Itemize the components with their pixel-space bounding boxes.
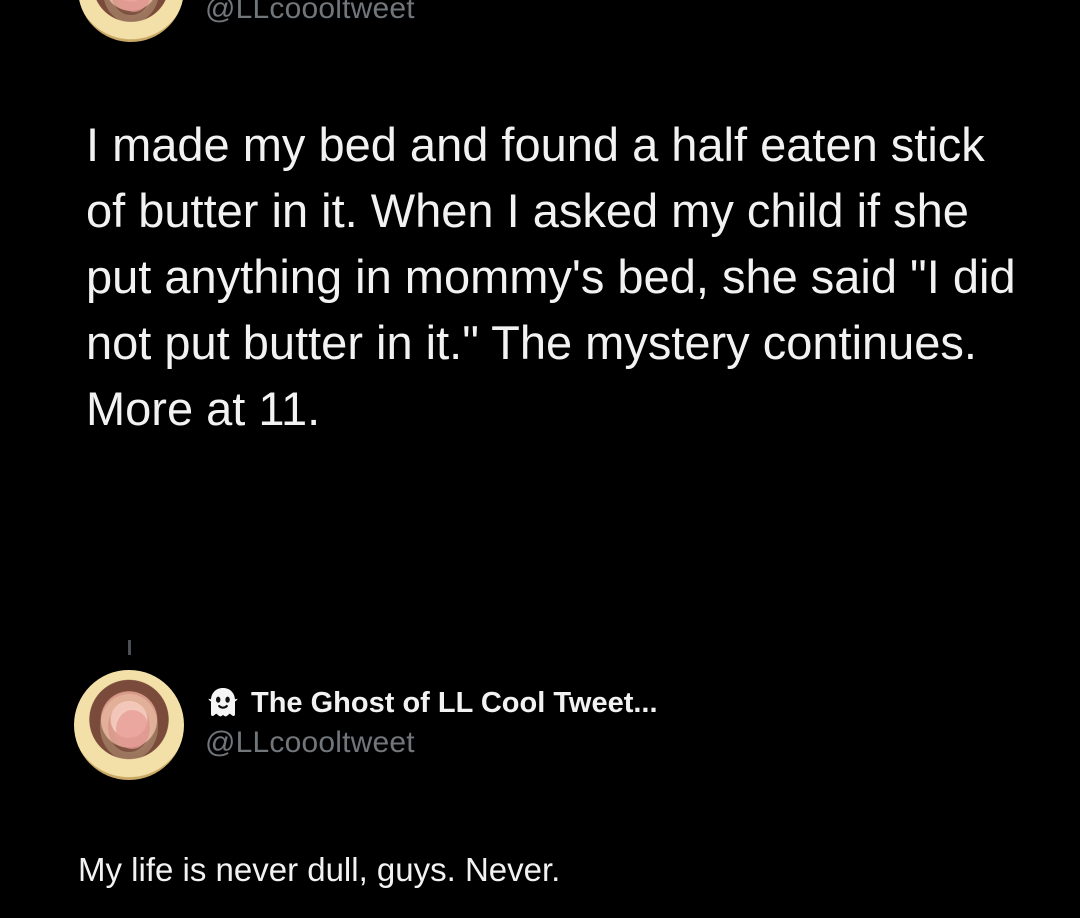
reply-handle[interactable]: @LLcoooltweet <box>205 728 415 758</box>
main-tweet-text: I made my bed and found a half eaten sti… <box>86 118 1016 435</box>
reply-display-name[interactable]: The Ghost of LL Cool Tweet... <box>251 688 658 718</box>
ghost-emoji-icon <box>208 688 238 717</box>
reply-tweet-text: My life is never dull, guys. Never. <box>78 851 561 888</box>
top-avatar[interactable] <box>78 0 184 42</box>
reply-avatar[interactable] <box>74 670 184 780</box>
thread-line <box>128 640 131 655</box>
reply-author-row[interactable]: The Ghost of LL Cool Tweet... <box>205 684 658 722</box>
top-handle[interactable]: @LLcoooltweet <box>205 0 415 24</box>
